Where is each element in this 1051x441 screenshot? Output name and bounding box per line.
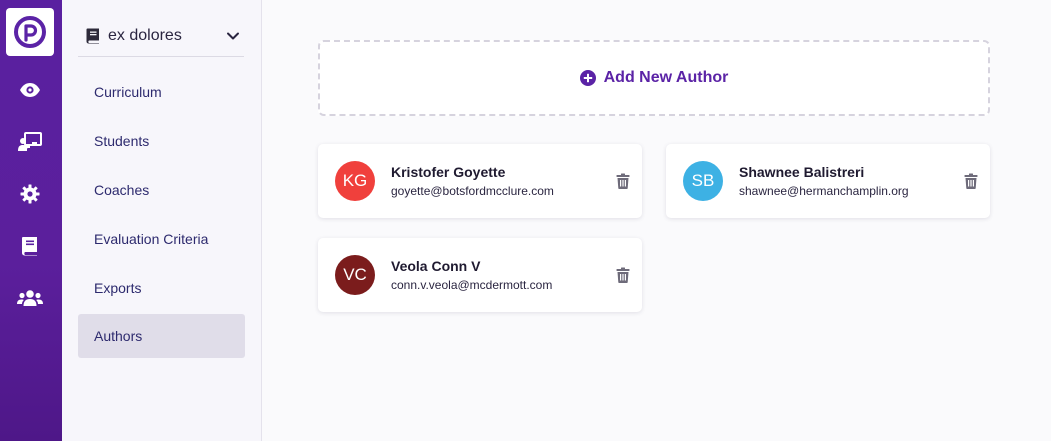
- avatar-initials: VC: [343, 265, 367, 284]
- add-new-author-button[interactable]: Add New Author: [318, 40, 990, 116]
- trash-icon: [964, 173, 978, 189]
- author-name: Veola Conn V: [391, 258, 481, 274]
- add-new-author-label: Add New Author: [603, 69, 729, 86]
- course-sidebar: ex dolores Curriculum Students Coaches E…: [62, 0, 262, 441]
- sidebar-item-exports[interactable]: Exports: [78, 266, 245, 310]
- sidebar-item-coaches[interactable]: Coaches: [78, 168, 245, 212]
- gear-icon: [20, 184, 40, 204]
- author-email: shawnee@hermanchamplin.org: [739, 184, 909, 198]
- communities-button[interactable]: [15, 283, 45, 313]
- author-card[interactable]: VC Veola Conn V conn.v.veola@mcdermott.c…: [318, 238, 642, 312]
- trash-icon: [616, 267, 630, 283]
- view-button[interactable]: [15, 75, 45, 105]
- author-email: goyette@botsfordmcclure.com: [391, 184, 554, 198]
- sidebar-item-evaluation-criteria[interactable]: Evaluation Criteria: [78, 217, 245, 261]
- author-card[interactable]: KG Kristofer Goyette goyette@botsfordmcc…: [318, 144, 642, 218]
- coaching-button[interactable]: [15, 127, 45, 157]
- app-logo[interactable]: [6, 8, 54, 56]
- course-name: ex dolores: [108, 27, 182, 44]
- chalkboard-teacher-icon: [18, 132, 42, 151]
- trash-icon: [616, 173, 630, 189]
- sidebar-item-authors[interactable]: Authors: [78, 314, 245, 358]
- book-icon: [86, 28, 99, 44]
- plus-circle-icon: [579, 70, 596, 86]
- settings-button[interactable]: [15, 179, 45, 209]
- author-name: Shawnee Balistreri: [739, 164, 865, 180]
- avatar: KG: [335, 161, 375, 201]
- courses-button[interactable]: [15, 231, 45, 261]
- book-icon: [22, 237, 37, 256]
- author-card[interactable]: SB Shawnee Balistreri shawnee@hermancham…: [666, 144, 990, 218]
- icon-rail: [0, 0, 62, 441]
- eye-icon: [20, 83, 40, 97]
- delete-author-button[interactable]: [615, 172, 631, 190]
- delete-author-button[interactable]: [615, 266, 631, 284]
- avatar-initials: KG: [342, 171, 368, 190]
- author-email: conn.v.veola@mcdermott.com: [391, 278, 553, 292]
- delete-author-button[interactable]: [963, 172, 979, 190]
- users-icon: [17, 290, 43, 306]
- author-name: Kristofer Goyette: [391, 164, 506, 180]
- avatar: SB: [683, 161, 723, 201]
- avatar-initials: SB: [691, 171, 715, 190]
- sidebar-item-students[interactable]: Students: [78, 119, 245, 163]
- sidebar-item-curriculum[interactable]: Curriculum: [78, 70, 245, 114]
- chevron-down-icon: [227, 32, 239, 40]
- avatar: VC: [335, 255, 375, 295]
- logo-icon: [14, 16, 46, 48]
- course-selector[interactable]: ex dolores: [78, 16, 244, 57]
